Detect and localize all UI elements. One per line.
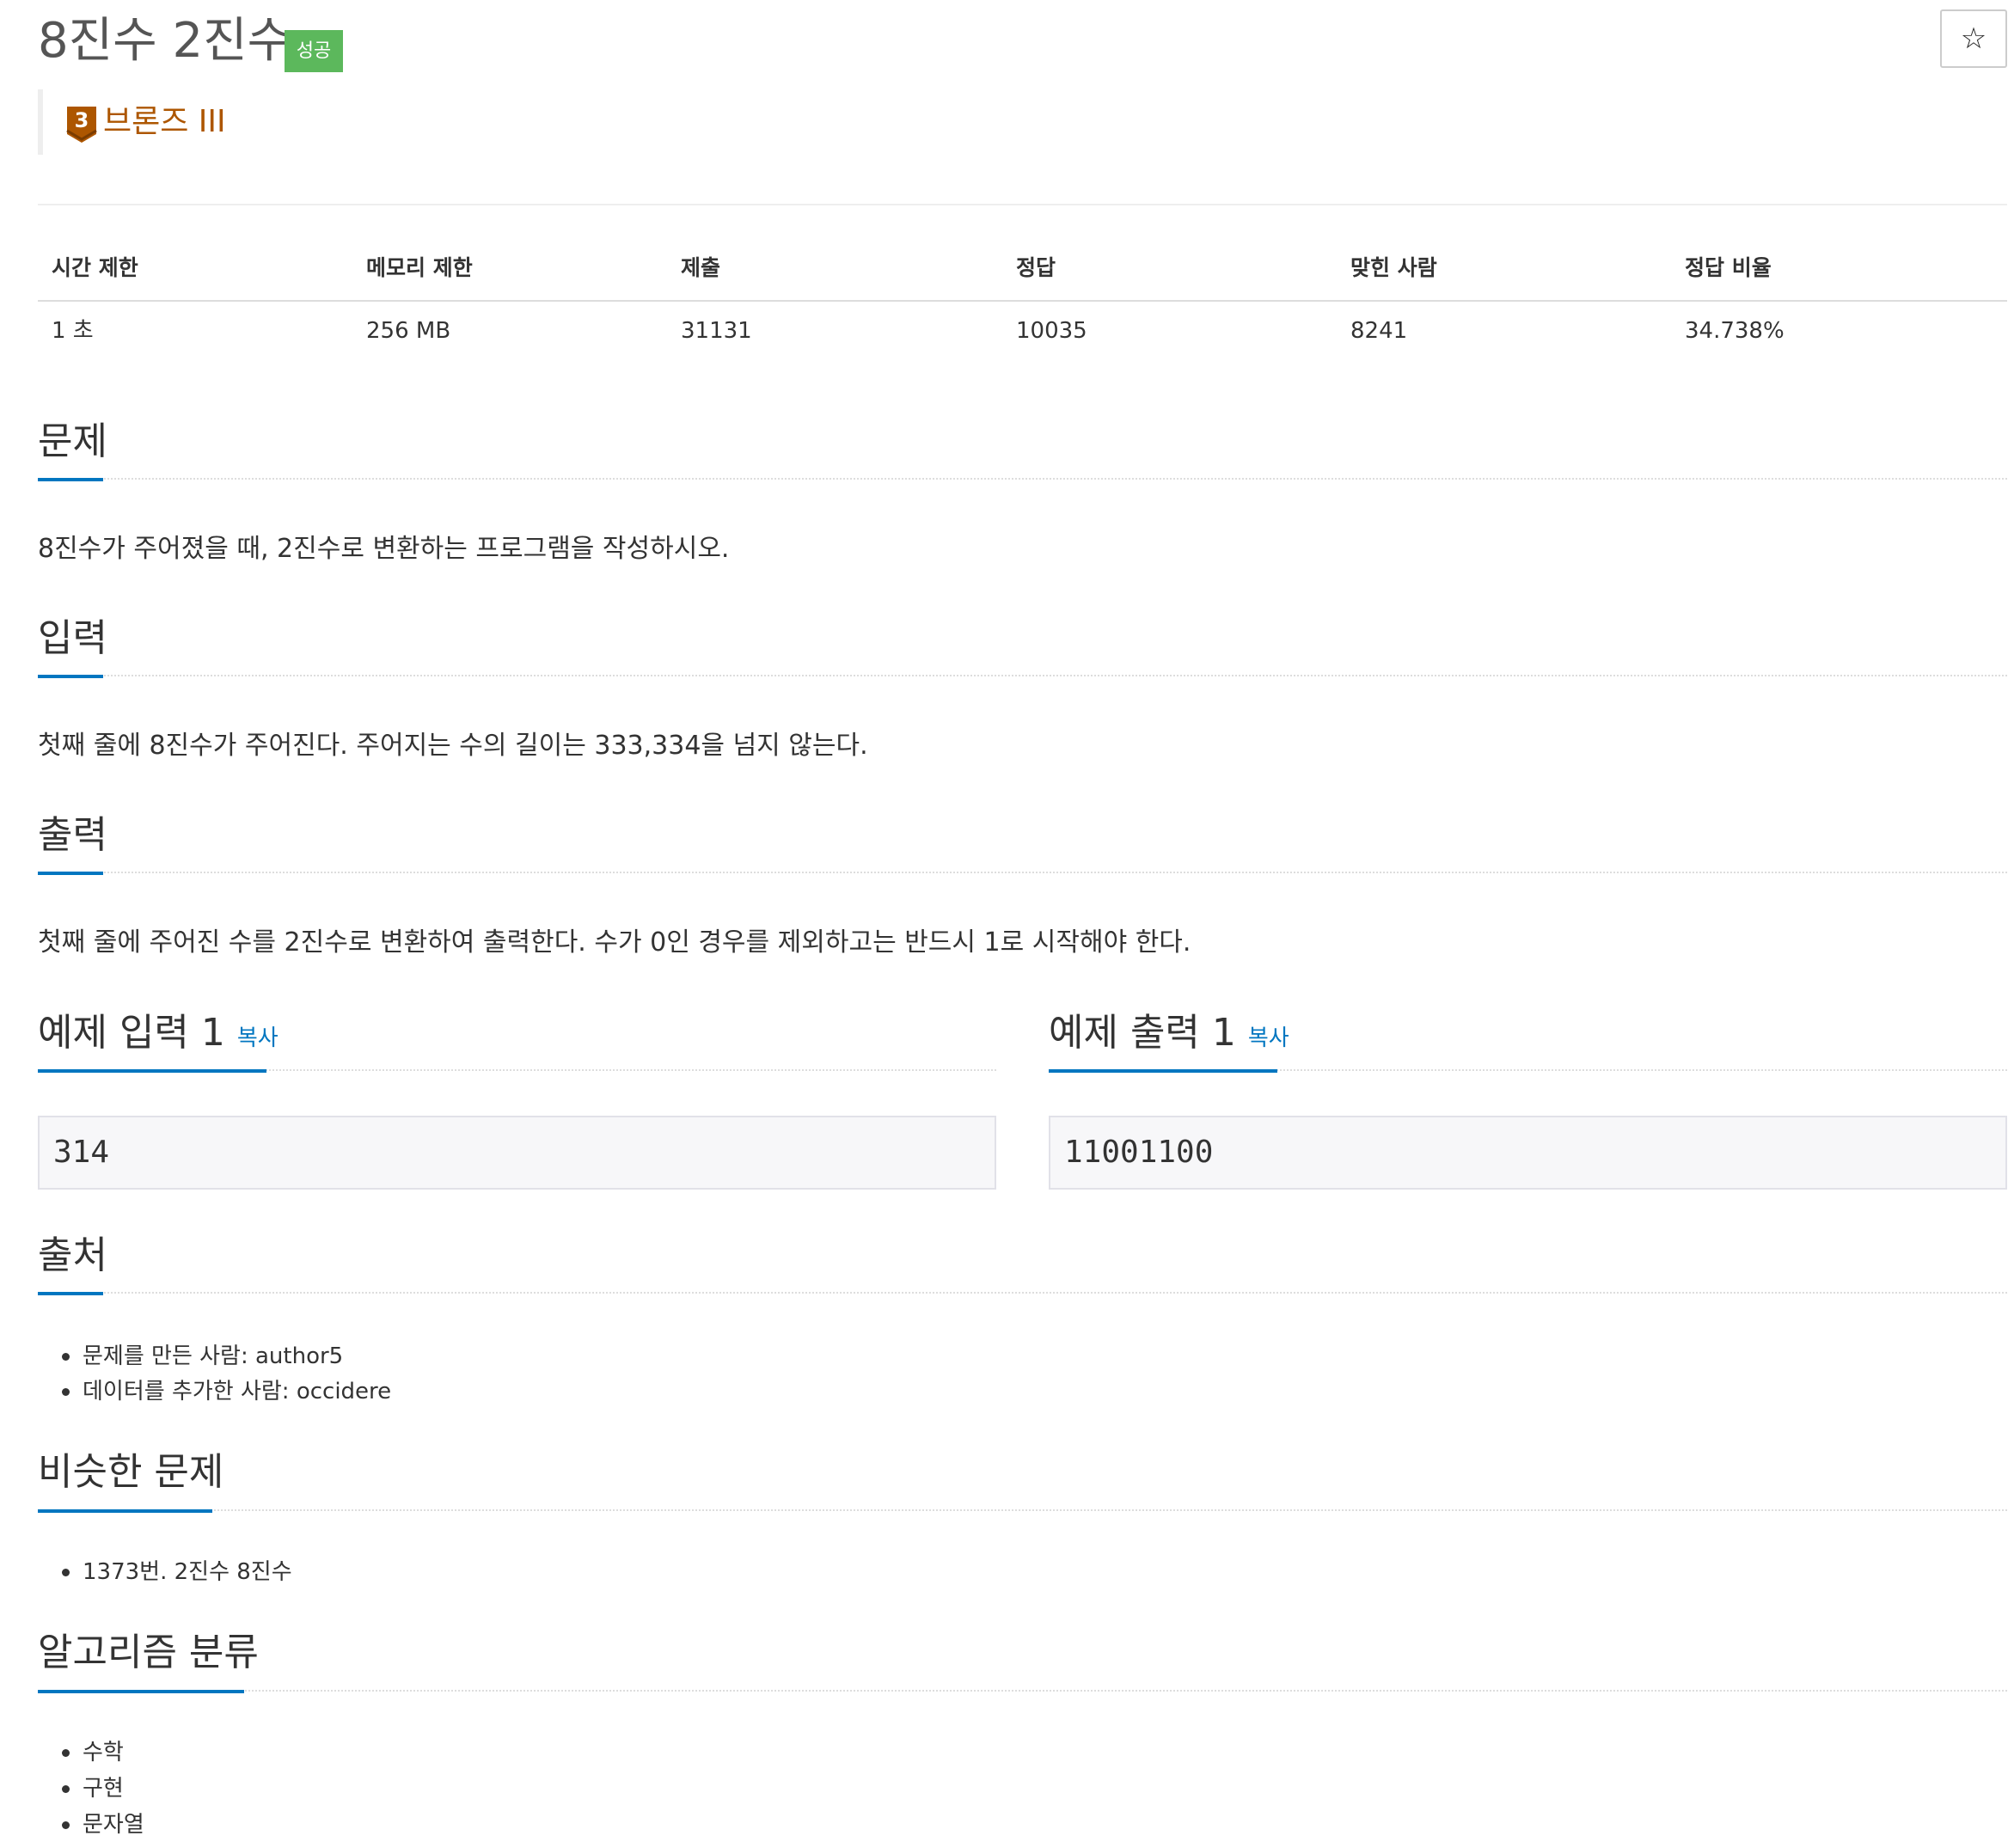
problem-page: 8진수 2진수 성공 ☆ 3 브론즈 III 시간 제한 메모리 제한 제출 정… — [0, 0, 2008, 1848]
sample-output-header: 예제 출력 1 복사 — [1049, 1007, 1289, 1064]
header-divider — [38, 204, 2007, 205]
source-item-data-contributor: 데이터를 추가한 사람: occidere — [62, 1374, 391, 1409]
sample-output-title: 예제 출력 1 — [1049, 1011, 1236, 1055]
section-title-description: 문제 — [38, 419, 107, 463]
tier-number: 3 — [75, 108, 89, 132]
sample-input-title: 예제 입력 1 — [38, 1011, 225, 1055]
sample-input-header: 예제 입력 1 복사 — [38, 1007, 279, 1064]
output-text: 첫째 줄에 주어진 수를 2진수로 변환하여 출력한다. 수가 0인 경우를 제… — [38, 927, 1191, 958]
source-item-author: 문제를 만든 사람: author5 — [62, 1339, 343, 1374]
section-title-algorithm: 알고리즘 분류 — [38, 1631, 259, 1674]
section-rule — [38, 1292, 2007, 1294]
td-solved-users: 8241 — [1350, 318, 1408, 344]
section-title-input: 입력 — [38, 616, 107, 660]
td-accepted: 10035 — [1016, 318, 1087, 344]
td-memory-limit: 256 MB — [366, 318, 451, 344]
input-text: 첫째 줄에 8진수가 주어진다. 주어지는 수의 길이는 333,334을 넘지… — [38, 731, 868, 761]
copy-sample-output-button[interactable]: 복사 — [1248, 1025, 1289, 1051]
algorithm-tag-implementation[interactable]: 구현 — [62, 1772, 124, 1806]
section-underline — [38, 1690, 244, 1693]
section-underline — [1049, 1069, 1277, 1073]
th-time-limit: 시간 제한 — [52, 255, 138, 280]
section-underline — [38, 1069, 266, 1073]
section-title-source: 출처 — [38, 1233, 107, 1277]
tier-blockquote-bar — [38, 89, 43, 155]
problem-title: 8진수 2진수 — [38, 13, 292, 69]
th-accept-ratio: 정답 비율 — [1685, 255, 1772, 280]
section-underline — [38, 872, 103, 875]
section-underline — [38, 1292, 103, 1295]
section-rule — [38, 675, 2007, 676]
section-rule — [38, 1690, 2007, 1692]
tier-label: 브론즈 III — [103, 104, 226, 139]
sample-input-box[interactable]: 314 — [38, 1116, 996, 1190]
td-accept-ratio: 34.738% — [1685, 318, 1785, 344]
th-memory-limit: 메모리 제한 — [366, 255, 473, 280]
th-solved-users: 맞힌 사람 — [1350, 255, 1437, 280]
section-underline — [38, 478, 103, 481]
sample-output-box[interactable]: 11001100 — [1049, 1116, 2007, 1190]
section-title-output: 출력 — [38, 813, 107, 857]
section-title-similar: 비슷한 문제 — [38, 1450, 224, 1494]
table-header-rule — [38, 300, 2007, 302]
section-rule — [38, 478, 2007, 480]
algorithm-tag-math[interactable]: 수학 — [62, 1735, 124, 1770]
section-underline — [38, 675, 103, 678]
star-button[interactable]: ☆ — [1940, 9, 2007, 68]
similar-problem-link[interactable]: 1373번. 2진수 8진수 — [62, 1555, 292, 1589]
section-rule — [38, 872, 2007, 873]
description-text: 8진수가 주어졌을 때, 2진수로 변환하는 프로그램을 작성하시오. — [38, 534, 730, 564]
th-accepted: 정답 — [1016, 255, 1056, 280]
bronze-tier-icon: 3 — [66, 107, 97, 143]
th-submissions: 제출 — [681, 255, 721, 280]
section-rule — [38, 1509, 2007, 1511]
td-time-limit: 1 초 — [52, 318, 94, 344]
result-badge: 성공 — [285, 30, 343, 72]
star-icon: ☆ — [1960, 21, 1987, 56]
section-underline — [38, 1509, 212, 1513]
algorithm-tag-string[interactable]: 문자열 — [62, 1808, 144, 1842]
copy-sample-input-button[interactable]: 복사 — [237, 1025, 279, 1051]
td-submissions: 31131 — [681, 318, 752, 344]
